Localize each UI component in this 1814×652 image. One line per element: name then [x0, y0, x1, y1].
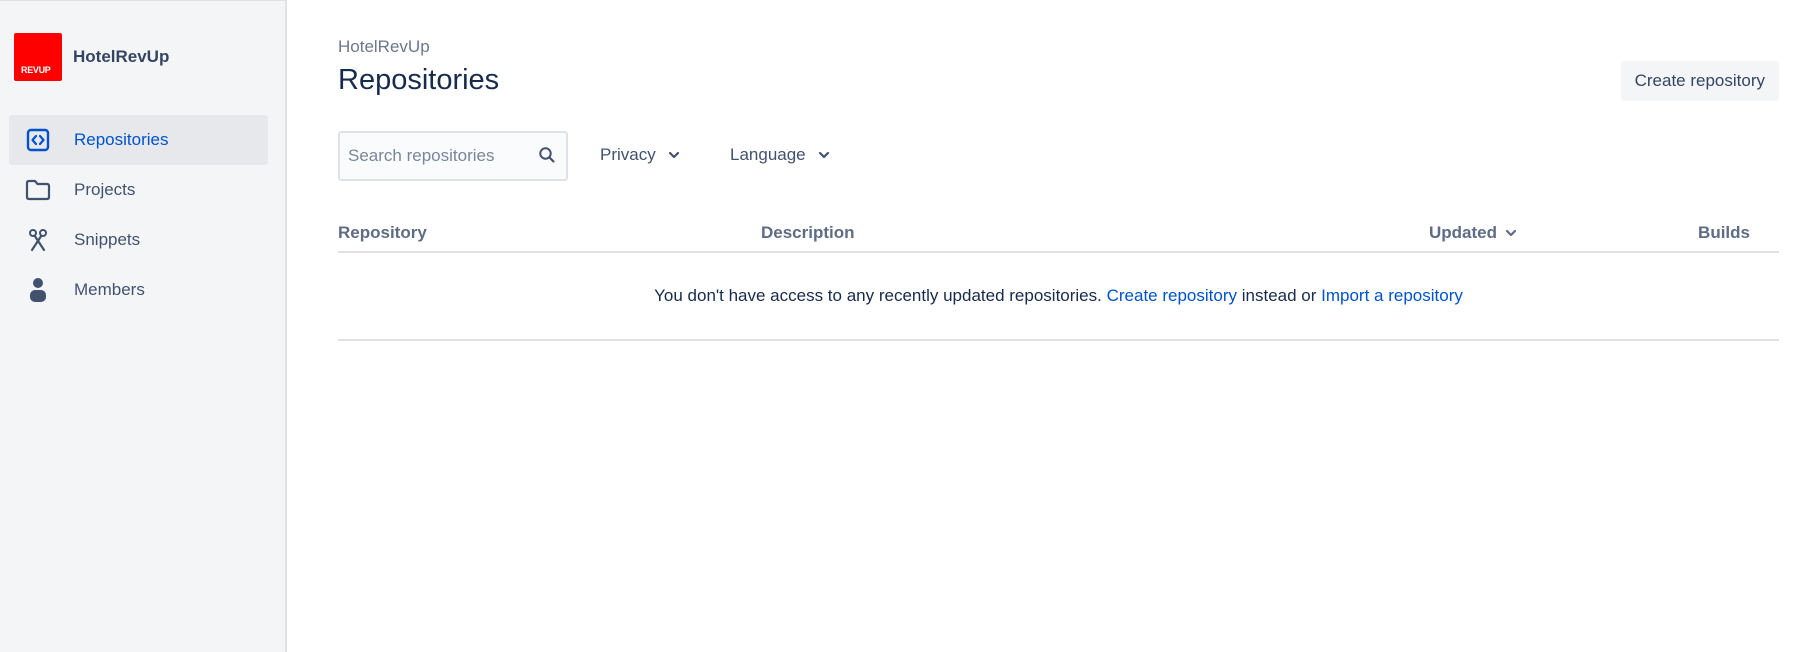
column-header-updated-label: Updated	[1429, 223, 1497, 242]
search-box[interactable]	[338, 131, 568, 181]
workspace-brand[interactable]: REVUP HotelRevUp	[14, 33, 169, 81]
scissors-icon	[25, 227, 51, 253]
sidebar-item-label: Repositories	[74, 130, 169, 149]
search-input[interactable]	[348, 146, 528, 166]
main-content: HotelRevUp Repositories Create repositor…	[338, 0, 1779, 652]
column-header-repository[interactable]: Repository	[338, 223, 427, 243]
create-repository-button[interactable]: Create repository	[1620, 61, 1779, 101]
breadcrumb[interactable]: HotelRevUp	[338, 37, 430, 57]
column-header-updated[interactable]: Updated	[1429, 223, 1517, 243]
import-repository-link[interactable]: Import a repository	[1321, 286, 1463, 305]
empty-state-text: You don't have access to any recently up…	[654, 286, 1102, 305]
workspace-name: HotelRevUp	[73, 47, 170, 66]
table-header: Repository Description Updated Builds	[338, 219, 1779, 253]
language-filter[interactable]: Language	[730, 145, 830, 165]
privacy-filter-label: Privacy	[600, 145, 656, 164]
chevron-down-icon	[668, 145, 680, 165]
chevron-down-icon	[1505, 223, 1517, 243]
column-header-description: Description	[761, 223, 855, 242]
sidebar-item-members[interactable]: Members	[9, 265, 268, 315]
column-header-builds: Builds	[1698, 223, 1750, 242]
logo-text: REVUP	[21, 65, 51, 75]
sidebar: REVUP HotelRevUp Repositories Projects S…	[0, 0, 287, 652]
sidebar-item-label: Members	[74, 280, 145, 299]
language-filter-label: Language	[730, 145, 806, 164]
empty-state-middle-text: instead or	[1241, 286, 1317, 305]
folder-icon	[25, 177, 51, 203]
person-icon	[25, 277, 51, 303]
privacy-filter[interactable]: Privacy	[600, 145, 680, 165]
sidebar-item-projects[interactable]: Projects	[9, 165, 268, 215]
sidebar-item-repositories[interactable]: Repositories	[9, 115, 268, 165]
search-icon[interactable]	[538, 146, 556, 169]
empty-state-row: You don't have access to any recently up…	[338, 253, 1779, 341]
code-icon	[25, 127, 51, 153]
sidebar-nav: Repositories Projects Snippets Members	[9, 115, 268, 315]
sidebar-item-label: Projects	[74, 180, 136, 199]
workspace-logo: REVUP	[14, 33, 62, 81]
sidebar-item-label: Snippets	[74, 230, 141, 249]
chevron-down-icon	[818, 145, 830, 165]
page-title: Repositories	[338, 64, 500, 96]
create-repository-link[interactable]: Create repository	[1107, 286, 1237, 305]
sidebar-item-snippets[interactable]: Snippets	[9, 215, 268, 265]
